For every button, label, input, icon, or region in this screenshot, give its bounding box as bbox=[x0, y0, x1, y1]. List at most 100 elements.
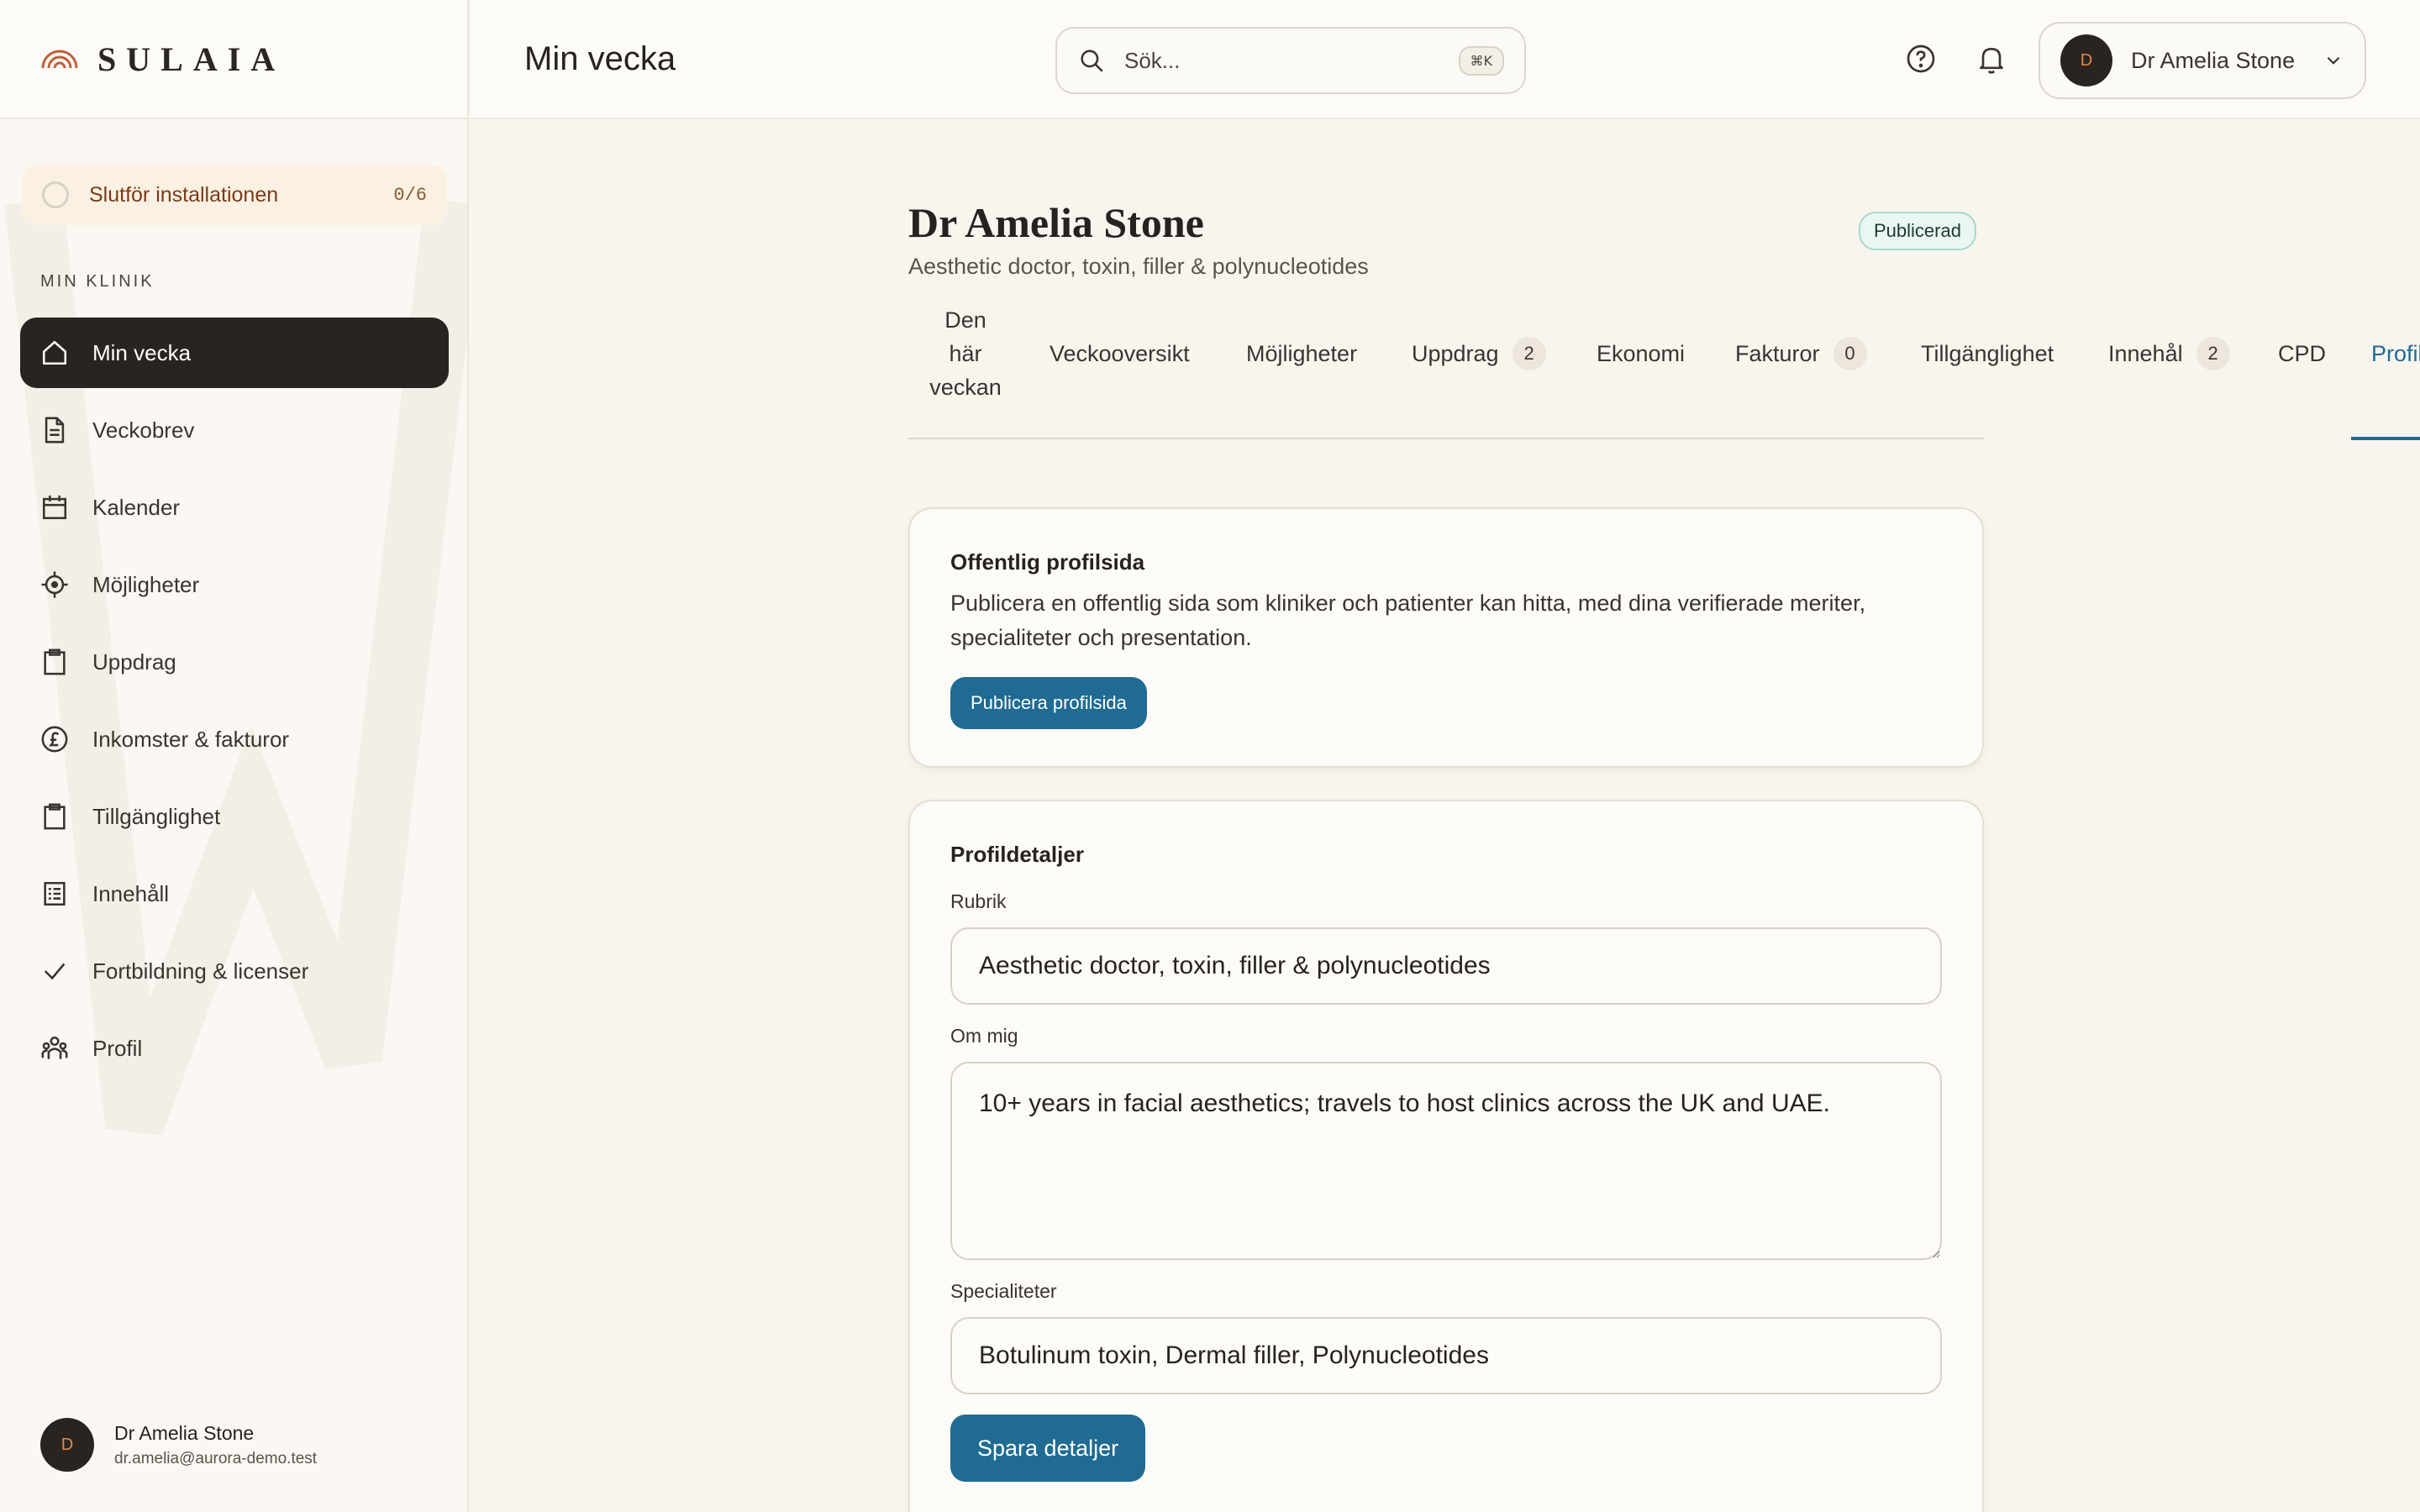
help-button[interactable] bbox=[1904, 42, 1938, 76]
clipboard-icon bbox=[40, 648, 69, 676]
sidebar: SULAIA Slutför installationen 0/6 MIN KL… bbox=[0, 0, 469, 1512]
specialties-label: Specialiteter bbox=[950, 1280, 1057, 1302]
sidebar-user[interactable]: D Dr Amelia Stone dr.amelia@aurora-demo.… bbox=[40, 1418, 317, 1472]
help-icon bbox=[1907, 45, 1935, 73]
tab-cpd[interactable]: CPD bbox=[2278, 307, 2326, 400]
page-title: Min vecka bbox=[524, 40, 676, 77]
sidebar-item-label: Profil bbox=[92, 1035, 143, 1061]
publish-profile-button[interactable]: Publicera profilsida bbox=[950, 677, 1147, 729]
search-input[interactable] bbox=[1124, 47, 1459, 74]
tab-label: Möjligheter bbox=[1246, 340, 1358, 366]
sidebar-item-label: Inkomster & fakturor bbox=[92, 726, 290, 752]
section-title: MIN KLINIK bbox=[40, 272, 155, 291]
sidebar-item-profil[interactable]: Profil bbox=[20, 1013, 449, 1084]
chevron-down-icon bbox=[2323, 50, 2344, 71]
user-name: Dr Amelia Stone bbox=[114, 1421, 255, 1444]
people-icon bbox=[40, 1034, 69, 1063]
check-icon bbox=[40, 957, 69, 985]
setup-progress[interactable]: Slutför installationen 0/6 bbox=[22, 165, 447, 225]
pound-icon bbox=[40, 725, 69, 753]
sidebar-item-inkomster[interactable]: Inkomster & fakturor bbox=[20, 704, 449, 774]
sidebar-item-mojligheter[interactable]: Möjligheter bbox=[20, 549, 449, 620]
public-profile-card: Offentlig profilsida Publicera en offent… bbox=[908, 507, 1984, 768]
sidebar-item-label: Fortbildning & licenser bbox=[92, 958, 309, 984]
tab-innehall[interactable]: Innehål 2 bbox=[2108, 307, 2230, 400]
sidebar-item-uppdrag[interactable]: Uppdrag bbox=[20, 627, 449, 697]
tab-fakturor[interactable]: Fakturor 0 bbox=[1735, 307, 1867, 400]
profile-subtitle: Aesthetic doctor, toxin, filler & polynu… bbox=[908, 254, 1369, 279]
sidebar-item-label: Tillgänglighet bbox=[92, 803, 221, 829]
tab-label: Tillgänglighet bbox=[1921, 340, 2054, 366]
tab-label: Ekonomi bbox=[1597, 340, 1686, 366]
avatar: D bbox=[40, 1418, 94, 1472]
tab-label: Profil bbox=[2371, 340, 2420, 366]
clipboard-icon bbox=[40, 802, 69, 831]
sidebar-item-label: Innehåll bbox=[92, 880, 170, 906]
tab-count: 2 bbox=[2196, 337, 2230, 370]
specialties-input[interactable] bbox=[950, 1317, 1942, 1394]
tab-veckooversikt[interactable]: Veckooversikt bbox=[1050, 307, 1190, 400]
tab-label: CPD bbox=[2278, 340, 2327, 366]
user-email: dr.amelia@aurora-demo.test bbox=[114, 1449, 318, 1467]
user-menu-name: Dr Amelia Stone bbox=[2131, 47, 2296, 73]
tab-profil[interactable]: Profil bbox=[2371, 307, 2420, 400]
home-icon bbox=[40, 339, 69, 367]
profile-details-card: Profildetaljer Rubrik Om mig 10+ years i… bbox=[908, 800, 1984, 1512]
sidebar-item-label: Möjligheter bbox=[92, 571, 200, 597]
avatar: D bbox=[2060, 34, 2112, 87]
headline-label: Rubrik bbox=[950, 890, 1007, 912]
about-textarea[interactable]: 10+ years in facial aesthetics; travels … bbox=[950, 1062, 1942, 1260]
save-details-button[interactable]: Spara detaljer bbox=[950, 1415, 1146, 1482]
sidebar-item-veckobrev[interactable]: Veckobrev bbox=[20, 395, 449, 465]
tab-uppdrag[interactable]: Uppdrag 2 bbox=[1412, 307, 1546, 400]
tab-tillganglighet[interactable]: Tillgänglighet bbox=[1921, 307, 2054, 400]
document-icon bbox=[40, 416, 69, 444]
tab-count: 2 bbox=[1512, 337, 1546, 370]
brand[interactable]: SULAIA bbox=[0, 0, 467, 119]
bell-icon bbox=[1980, 48, 2003, 74]
sidebar-item-label: Kalender bbox=[92, 494, 181, 520]
tabs-divider bbox=[908, 438, 1984, 439]
tab-label: Den här veckan bbox=[929, 307, 1002, 400]
main-content: Dr Amelia Stone Aesthetic doctor, toxin,… bbox=[471, 121, 2420, 1512]
calendar-icon bbox=[40, 493, 69, 522]
sidebar-item-label: Min vecka bbox=[92, 339, 192, 365]
tab-ekonomi[interactable]: Ekonomi bbox=[1597, 307, 1685, 400]
tab-mojligheter[interactable]: Möjligheter bbox=[1246, 307, 1357, 400]
sidebar-nav: Min vecka Veckobrev Kalender Möjligheter… bbox=[20, 318, 449, 1090]
shortcut-hint: ⌘K bbox=[1458, 45, 1504, 76]
search-icon bbox=[1077, 46, 1106, 75]
tab-count: 0 bbox=[1833, 337, 1867, 370]
tab-label: Uppdrag bbox=[1412, 340, 1499, 366]
sidebar-item-tillganglighet[interactable]: Tillgänglighet bbox=[20, 781, 449, 852]
sidebar-item-label: Uppdrag bbox=[92, 648, 176, 675]
about-label: Om mig bbox=[950, 1025, 1018, 1047]
sidebar-item-innehall[interactable]: Innehåll bbox=[20, 858, 449, 929]
brand-name: SULAIA bbox=[97, 39, 286, 78]
tab-label: Innehål bbox=[2108, 340, 2183, 366]
active-tab-indicator bbox=[2351, 437, 2420, 440]
tab-label: Fakturor bbox=[1735, 340, 1820, 366]
setup-count: 0/6 bbox=[393, 184, 427, 206]
tab-den-har-veckan[interactable]: Den här veckan bbox=[928, 307, 1003, 400]
list-document-icon bbox=[40, 879, 69, 908]
logo-icon bbox=[41, 50, 78, 69]
user-menu[interactable]: D Dr Amelia Stone bbox=[2039, 22, 2366, 99]
target-icon bbox=[40, 570, 69, 599]
search-box[interactable]: ⌘K bbox=[1055, 27, 1526, 94]
card-title: Offentlig profilsida bbox=[950, 549, 1145, 575]
tab-label: Veckooversikt bbox=[1050, 340, 1190, 366]
notifications-button[interactable] bbox=[1975, 42, 2008, 76]
profile-name: Dr Amelia Stone bbox=[908, 199, 1204, 246]
headline-input[interactable] bbox=[950, 927, 1942, 1005]
app-window: SULAIA Slutför installationen 0/6 MIN KL… bbox=[0, 0, 2420, 1512]
sidebar-item-min-vecka[interactable]: Min vecka bbox=[20, 318, 449, 388]
sidebar-item-kalender[interactable]: Kalender bbox=[20, 472, 449, 543]
topbar: Min vecka ⌘K D Dr Amelia Stone bbox=[471, 0, 2420, 119]
sidebar-item-label: Veckobrev bbox=[92, 417, 195, 443]
status-badge: Publicerad bbox=[1859, 212, 1976, 250]
card-description: Publicera en offentlig sida som kliniker… bbox=[950, 591, 1866, 650]
setup-label: Slutför installationen bbox=[89, 182, 279, 207]
sidebar-item-fortbildning[interactable]: Fortbildning & licenser bbox=[20, 936, 449, 1006]
card-title: Profildetaljer bbox=[950, 842, 1084, 867]
